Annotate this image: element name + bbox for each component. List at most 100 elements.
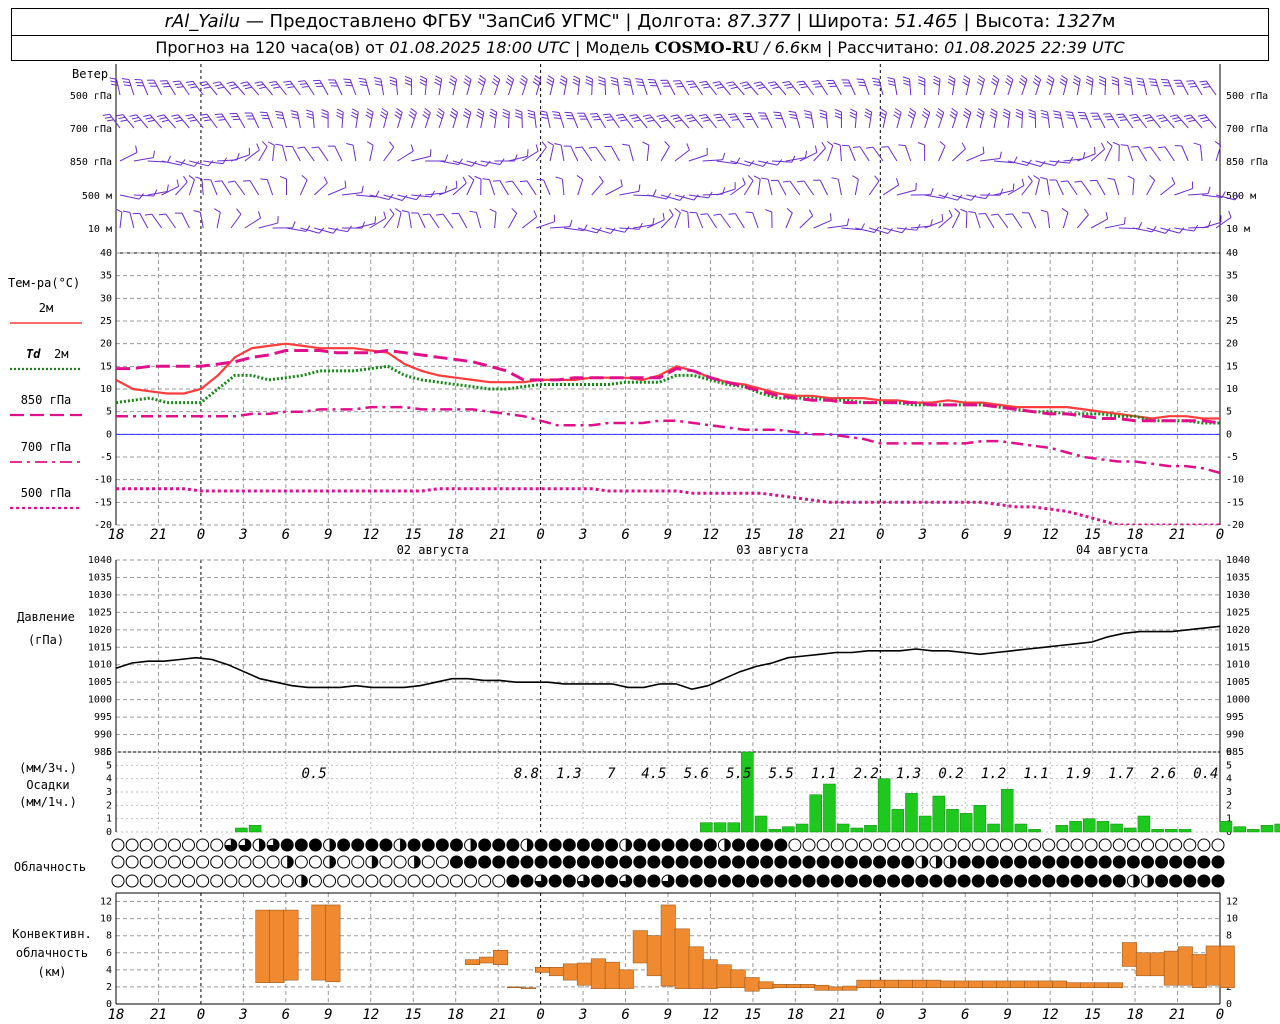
wind-barb-feather	[358, 77, 366, 80]
wind-barb-feather	[1018, 81, 1026, 87]
wind-barb	[696, 212, 704, 229]
wind-barb	[688, 194, 709, 199]
wind-barb-feather	[476, 114, 483, 119]
y-tick-right-convective: 12	[1226, 897, 1238, 908]
cloud-symbol-overcast	[633, 874, 647, 888]
cloud-symbol-overcast	[308, 838, 322, 852]
cloud-symbol-overcast	[703, 855, 717, 869]
wind-barb	[863, 79, 870, 96]
wind-barb	[258, 146, 268, 162]
wind-barb-feather	[1136, 77, 1144, 80]
wind-barb-feather	[1019, 78, 1027, 84]
wind-barb-feather	[554, 117, 562, 120]
convective-bar	[493, 949, 509, 965]
wind-barb	[743, 180, 754, 196]
wind-barb-feather	[977, 78, 984, 83]
wind-barb-feather	[189, 119, 197, 122]
wind-barb-feather	[591, 115, 599, 118]
wind-barb-feather	[336, 108, 344, 113]
wind-barb-feather	[171, 114, 179, 117]
wind-barb-feather	[1073, 78, 1080, 83]
wind-barb-feather	[422, 213, 430, 216]
cloud-symbol-clear	[153, 855, 167, 869]
wind-barb	[610, 146, 620, 162]
precip-total-label: 7	[607, 766, 616, 782]
wind-barb	[1181, 145, 1189, 162]
wind-barb	[837, 179, 842, 196]
wind-barb-feather	[1027, 175, 1033, 182]
wind-barb-feather	[954, 207, 961, 214]
cloud-symbol-clear	[252, 855, 266, 869]
wind-barb-feather	[730, 86, 738, 90]
y-tick-right-temp: -20	[1226, 520, 1244, 531]
cloud-symbol-half	[935, 856, 942, 868]
wind-barb	[206, 113, 218, 129]
y-tick-temp: 30	[100, 293, 112, 304]
cloud-symbol-clear	[1183, 838, 1197, 852]
wind-barb-feather	[1053, 113, 1061, 116]
wind-level-label: 850 гПа	[70, 157, 112, 168]
cloud-symbol-half	[414, 856, 421, 868]
x-tick-label: 0	[536, 527, 544, 543]
wind-barb	[133, 194, 154, 197]
wind-barb	[233, 81, 246, 96]
x-tick-label: 6	[621, 527, 629, 543]
wind-barb	[1047, 212, 1051, 229]
cloud-symbol-overcast	[435, 838, 449, 852]
wind-barb	[153, 79, 163, 96]
wind-barb	[660, 146, 670, 162]
wind-barb-feather	[1005, 81, 1012, 87]
precip-bar	[1233, 826, 1246, 833]
wind-barb-feather	[195, 176, 203, 180]
cloud-symbol-clear	[929, 838, 943, 852]
wind-barb-feather	[147, 119, 155, 123]
wind-barb-feather	[116, 114, 124, 117]
cloud-symbol-overcast	[590, 838, 604, 852]
wind-barb	[192, 114, 204, 129]
wind-barb-feather	[351, 108, 359, 113]
cloud-symbol-overcast	[816, 874, 830, 888]
wind-barb	[966, 194, 986, 200]
wind-barb-feather	[188, 175, 195, 180]
wind-barb-feather	[143, 114, 151, 118]
precip-bar	[864, 825, 877, 833]
cloud-symbol-half	[273, 839, 280, 851]
y-tick-right-temp: 30	[1226, 293, 1238, 304]
wind-barb-feather	[306, 115, 314, 119]
x-tick-label: 15	[405, 527, 422, 543]
wind-barb-feather	[514, 154, 518, 162]
wind-barb-feather	[777, 159, 783, 166]
wind-barb-feather	[1086, 75, 1094, 80]
wind-barb	[246, 81, 260, 96]
y-tick-pressure: 990	[94, 730, 112, 741]
wind-barb-feather	[1041, 116, 1049, 119]
convective-bar	[856, 979, 872, 989]
wind-barb-feather	[489, 111, 497, 116]
wind-barb-feather	[477, 81, 484, 87]
cloud-symbol-overcast	[478, 838, 492, 852]
wind-barb	[1176, 114, 1189, 129]
precip-total-label: 2.6	[1151, 766, 1176, 782]
cloud-symbol-clear	[901, 838, 915, 852]
convective-title: Конвективн.	[12, 927, 91, 941]
cloud-symbol-overcast	[689, 874, 703, 888]
wind-barb-feather	[1015, 115, 1023, 119]
wind-barb-feather	[1046, 81, 1053, 87]
wind-barb-feather	[758, 86, 766, 90]
wind-barb-feather	[1013, 156, 1018, 164]
wind-barb-feather	[541, 116, 549, 120]
wind-barb-feather	[203, 86, 211, 89]
precip-unit-top: (мм/3ч.)	[19, 761, 77, 775]
precip-total-label: 8.8	[514, 766, 539, 782]
wind-barb-feather	[135, 145, 138, 153]
wind-barb	[734, 113, 745, 129]
cloud-symbol-clear	[788, 838, 802, 852]
wind-barb-feather	[767, 81, 775, 84]
precip-bar	[727, 822, 740, 833]
wind-barb-feather	[404, 82, 412, 86]
wind-barb	[480, 160, 501, 165]
precip-bar	[700, 822, 713, 833]
wind-barb-feather	[161, 82, 169, 85]
wind-barb-feather	[152, 150, 155, 158]
wind-barb-feather	[110, 83, 119, 87]
